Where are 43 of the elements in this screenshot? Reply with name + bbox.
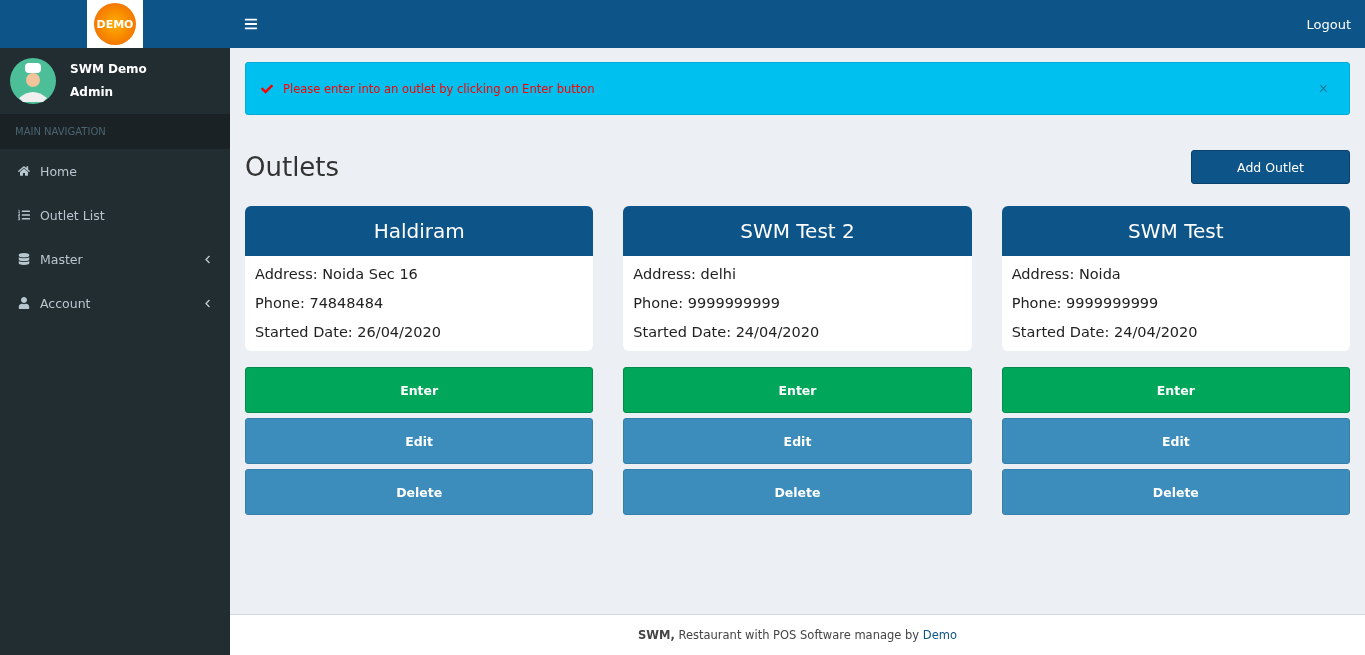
add-outlet-button[interactable]: Add Outlet (1191, 150, 1350, 184)
avatar-icon (10, 58, 56, 104)
user-icon (18, 297, 30, 309)
nav-item[interactable]: Account (0, 281, 230, 325)
nav-item[interactable]: Master (0, 237, 230, 281)
outlet-started-date: Started Date: 24/04/2020 (633, 323, 821, 342)
action-button[interactable]: Enter (1001, 367, 1350, 413)
outlet-address: Address: delhi (633, 265, 737, 284)
action-button[interactable]: Delete (1001, 469, 1350, 515)
action-button[interactable]: Edit (245, 418, 594, 464)
page-title: Outlets (245, 152, 340, 182)
outlet-address: Address: Noida Sec 16 (255, 265, 419, 284)
outlet-name: Haldiram (245, 206, 594, 256)
alert-message: Please enter into an outlet by clicking on Enter button (283, 81, 596, 96)
close-button[interactable]: × (1312, 78, 1334, 99)
outlet-name: SWM Test 2 (623, 206, 972, 256)
outlet-started-date: Started Date: 24/04/2020 (1011, 323, 1199, 342)
outlet-phone: Phone: 74848484 (255, 294, 385, 313)
outlet-started-date: Started Date: 26/04/2020 (255, 323, 442, 342)
action-button[interactable]: Delete (245, 469, 594, 515)
outlet-phone: Phone: 9999999999 (633, 294, 781, 313)
database-icon (18, 253, 30, 265)
outlet-address: Address: Noida (1011, 265, 1122, 284)
footer-link[interactable]: Demo (922, 628, 957, 642)
nav-item[interactable]: Outlet List (0, 193, 230, 237)
outlet-name: SWM Test (1001, 206, 1350, 256)
home-icon (18, 165, 30, 177)
user-name: SWM Demo (70, 61, 147, 78)
action-button[interactable]: Delete (623, 469, 972, 515)
check-icon (261, 82, 273, 95)
logo-text: DEMO (94, 3, 136, 45)
menu-icon[interactable] (244, 17, 258, 31)
action-button[interactable]: Enter (245, 367, 594, 413)
logout-link[interactable]: Logout (1306, 16, 1351, 32)
outlet-phone: Phone: 9999999999 (1011, 294, 1160, 313)
nav-item[interactable]: Home (0, 149, 230, 193)
section-header: MAIN NAVIGATION (0, 114, 230, 149)
user-role: Admin (70, 84, 115, 101)
action-button[interactable]: Enter (623, 367, 972, 413)
list-icon (18, 209, 30, 221)
footer-text: SWM, Restaurant with POS Software manage by Demo (638, 628, 957, 642)
action-button[interactable]: Edit (1001, 418, 1350, 464)
action-button[interactable]: Edit (623, 418, 972, 464)
